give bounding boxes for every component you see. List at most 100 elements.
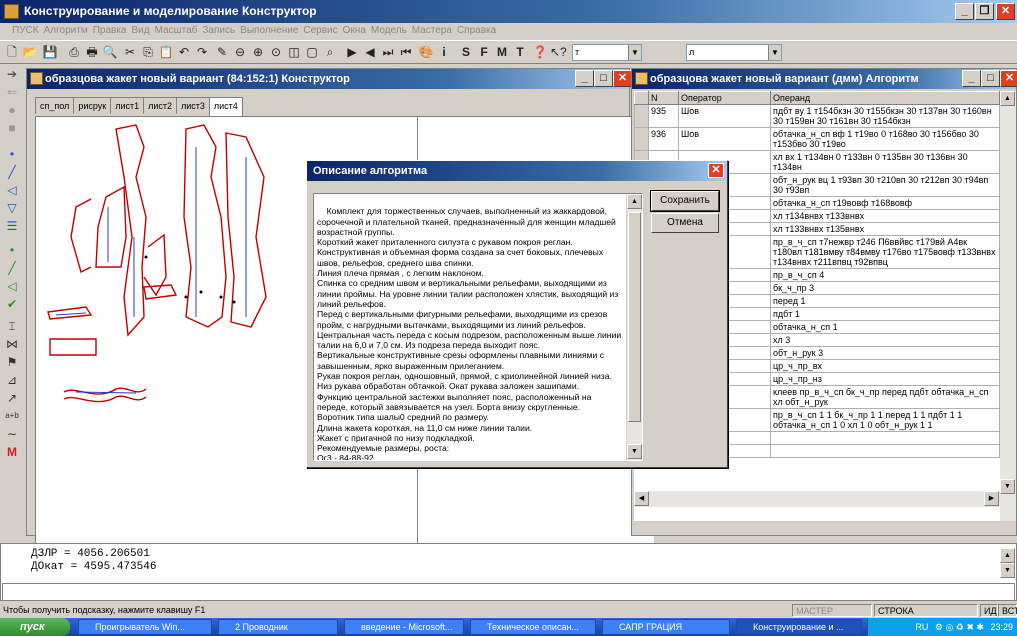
tab-list2[interactable]: лист2 <box>143 97 177 114</box>
col-n-header[interactable]: N <box>648 91 679 105</box>
curve-icon[interactable]: ∼ <box>4 426 20 442</box>
point-icon[interactable]: • <box>4 146 20 162</box>
line-type-select[interactable]: л ▼ <box>686 44 782 61</box>
tool-s-button[interactable]: S <box>458 44 474 60</box>
cell-n[interactable]: 935 <box>648 104 679 128</box>
align-icon[interactable]: ⌶ <box>4 318 20 334</box>
cell-operand[interactable]: хл 3 <box>770 333 1000 347</box>
save-icon[interactable]: 💾 <box>42 44 58 60</box>
menu-item-1[interactable]: Алгоритм <box>44 25 88 36</box>
table-hscrollbar[interactable]: ◀ ▶ <box>634 491 1000 507</box>
scroll-up-icon[interactable]: ▲ <box>1000 548 1015 563</box>
cell-operand[interactable]: пдбт 1 <box>770 307 1000 321</box>
green-point-icon[interactable]: • <box>4 242 20 258</box>
arrow-left-icon[interactable]: ⇐ <box>4 84 20 100</box>
angle-icon[interactable]: ◁ <box>4 182 20 198</box>
check-icon[interactable]: ✔ <box>4 296 20 312</box>
zoom-prev-icon[interactable]: ⌕ <box>322 44 338 60</box>
palette-icon[interactable]: 🎨 <box>418 44 434 60</box>
language-indicator[interactable]: RU <box>915 622 928 632</box>
dart-icon[interactable]: ▽ <box>4 200 20 216</box>
new-file-icon[interactable]: 🗋 <box>4 44 20 60</box>
save-button[interactable]: Сохранить <box>650 190 720 212</box>
undo-icon[interactable]: ↶ <box>176 44 192 60</box>
scroll-thumb[interactable] <box>628 212 641 422</box>
start-button[interactable]: пуск <box>0 618 70 636</box>
cell-operand[interactable]: перед 1 <box>770 294 1000 308</box>
play-icon[interactable]: ▶ <box>344 44 360 60</box>
menu-item-4[interactable]: Масштаб <box>155 25 198 36</box>
description-scrollbar[interactable]: ▲ ▼ <box>626 194 642 460</box>
cell-operand[interactable]: обтачка_н_сп вф 1 т19во 0 т168во 30 т156… <box>770 127 1000 151</box>
tab-risruk[interactable]: рисрук <box>73 97 112 114</box>
cell-operand[interactable]: обт_н_рук 3 <box>770 346 1000 360</box>
measure-icon[interactable]: ⊿ <box>4 372 20 388</box>
cell-operand[interactable]: хл т133внвх т135внвх <box>770 222 1000 236</box>
dialog-close-icon[interactable]: ✕ <box>708 163 724 178</box>
tool-m-button[interactable]: M <box>494 44 510 60</box>
minimize-button[interactable]: _ <box>962 70 981 87</box>
description-textarea[interactable]: Комплект для торжественных случаев, выпо… <box>313 193 643 461</box>
tool-f-button[interactable]: F <box>476 44 492 60</box>
m-icon[interactable]: M <box>4 444 20 460</box>
task-media-player[interactable]: Проигрыватель Win... <box>78 619 212 635</box>
menu-item-3[interactable]: Вид <box>131 25 149 36</box>
point-type-select[interactable]: т ▼ <box>572 44 642 61</box>
cell-operand[interactable]: обтачка_н_сп 1 <box>770 320 1000 334</box>
menu-item-0[interactable]: ПУСК <box>12 25 39 36</box>
redo-icon[interactable]: ↷ <box>194 44 210 60</box>
task-sapr-gracia[interactable]: САПР ГРАЦИЯ <box>602 619 730 635</box>
row-marker[interactable] <box>634 104 649 128</box>
menu-item-7[interactable]: Сервис <box>303 25 337 36</box>
cell-operand[interactable]: обтачка_н_сп т19вовф т168вовф <box>770 196 1000 210</box>
menu-item-11[interactable]: Справка <box>457 25 496 36</box>
cancel-button[interactable]: Отмена <box>651 213 719 233</box>
maximize-button[interactable]: □ <box>981 70 1000 87</box>
task-word-intro[interactable]: введение - Microsoft... <box>344 619 464 635</box>
step-forward-icon[interactable]: ⏭ <box>380 44 396 60</box>
cell-operand[interactable]: цр_ч_пр_нз <box>770 372 1000 386</box>
minimize-button[interactable]: _ <box>575 70 594 87</box>
cell-operand[interactable]: клеев пр_в_ч_сп бк_ч_пр перед пдбт обтач… <box>770 385 1000 409</box>
scroll-up-icon[interactable]: ▲ <box>1000 91 1015 106</box>
tab-sp-pol[interactable]: сп_пол <box>35 97 75 114</box>
line-icon[interactable]: ╱ <box>4 164 20 180</box>
output-scrollbar[interactable]: ▲ ▼ <box>1000 548 1015 578</box>
cell-operand[interactable]: цр_ч_пр_вх <box>770 359 1000 373</box>
cell-operator[interactable]: Шов <box>678 104 771 128</box>
command-input[interactable] <box>2 583 1015 601</box>
print-icon[interactable]: 🖶 <box>84 44 100 60</box>
cell-n[interactable]: 936 <box>648 127 679 151</box>
table-vscrollbar[interactable]: ▲ ▼ <box>1000 91 1016 521</box>
open-folder-icon[interactable]: 📂 <box>22 44 38 60</box>
tab-list3[interactable]: лист3 <box>176 97 210 114</box>
step-back-icon[interactable]: ⏮ <box>398 44 414 60</box>
menu-item-2[interactable]: Правка <box>93 25 127 36</box>
menu-item-10[interactable]: Мастера <box>412 25 452 36</box>
cell-operand[interactable]: хл вх 1 т134вн 0 т133вн 0 т135вн 30 т136… <box>770 150 1000 174</box>
mirror-icon[interactable]: ⋈ <box>4 336 20 352</box>
cell-operator[interactable]: Шов <box>678 127 771 151</box>
table-row[interactable]: 935 Шов пдбт ву 1 т154бкзн 30 т155бкзн 30 … <box>634 104 1000 128</box>
flag-icon[interactable]: ⚑ <box>4 354 20 370</box>
green-line-icon[interactable]: ╱ <box>4 260 20 276</box>
scroll-up-icon[interactable]: ▲ <box>627 194 642 209</box>
arrow-icon[interactable]: ↗ <box>4 390 20 406</box>
menu-item-6[interactable]: Выполнение <box>240 25 298 36</box>
close-button[interactable]: ✕ <box>996 3 1015 20</box>
maximize-button[interactable]: ❐ <box>975 3 994 20</box>
scroll-down-icon[interactable]: ▼ <box>1000 563 1015 578</box>
table-row[interactable]: 936 Шов обтачка_н_сп вф 1 т19во 0 т168во 3… <box>634 127 1000 151</box>
maximize-button[interactable]: □ <box>594 70 613 87</box>
cell-operand[interactable]: пр_в_ч_сп 4 <box>770 268 1000 282</box>
cell-operand[interactable]: пдбт ву 1 т154бкзн 30 т155бкзн 30 т137вн… <box>770 104 1000 128</box>
task-konstruirovanie[interactable]: Конструирование и ... <box>736 619 862 635</box>
col-operand-header[interactable]: Операнд <box>770 91 1000 105</box>
help-icon[interactable]: ❓ <box>532 44 548 60</box>
cell-operand[interactable]: пр_в_ч_сп 1 1 бк_ч_пр 1 1 перед 1 1 пдбт… <box>770 408 1000 432</box>
task-tech-description[interactable]: Техническое описан... <box>470 619 596 635</box>
zoom-page-icon[interactable]: 🔍 <box>102 44 118 60</box>
chevron-down-icon[interactable]: ▼ <box>768 45 781 60</box>
context-help-icon[interactable]: ↖? <box>550 44 567 60</box>
row-marker[interactable] <box>634 127 649 151</box>
